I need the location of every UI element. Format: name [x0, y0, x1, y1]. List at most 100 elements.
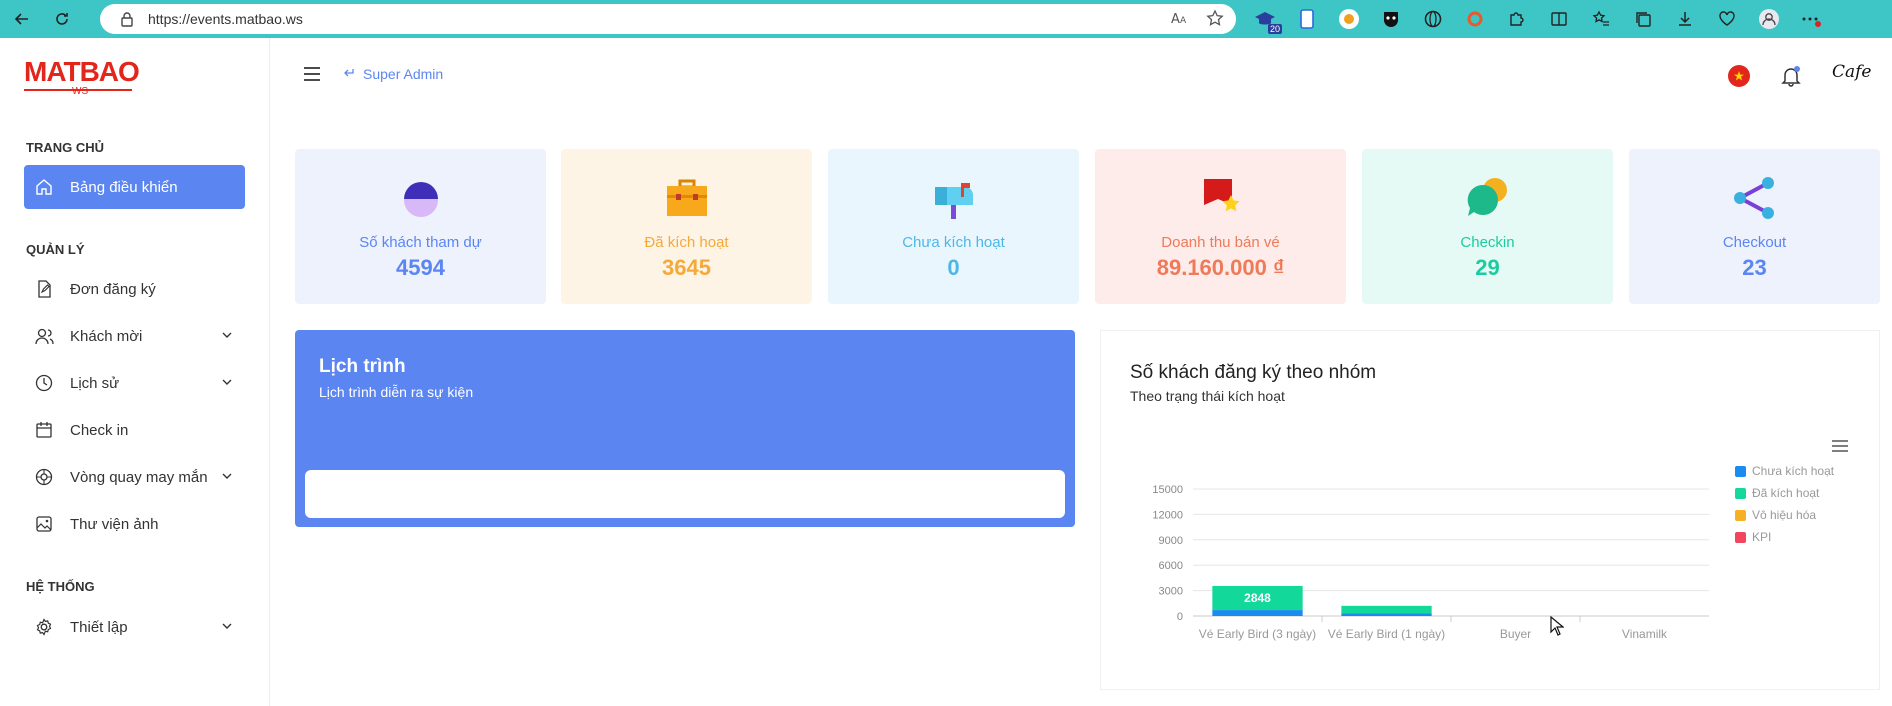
flag-star-icon	[1198, 175, 1244, 221]
data-label: 2848	[1244, 591, 1271, 605]
chart-title: Số khách đăng ký theo nhóm	[1130, 362, 1377, 383]
gear-icon	[34, 617, 54, 637]
menu-toggle-icon[interactable]	[303, 66, 321, 87]
back-icon[interactable]	[8, 5, 36, 33]
stat-card-activated[interactable]: Đã kích hoạt 3645	[561, 149, 812, 304]
breadcrumb[interactable]: Super Admin	[343, 66, 443, 82]
stat-label: Checkin	[1460, 234, 1515, 251]
stat-card-revenue[interactable]: Doanh thu bán vé 89.160.000 ₫	[1095, 149, 1346, 304]
sidebar-item-label: Khách mời	[70, 327, 143, 345]
stat-value: 3645	[662, 255, 711, 280]
sidebar-item-registrations[interactable]: Đơn đăng ký	[24, 267, 245, 311]
sidebar-item-label: Lịch sử	[70, 374, 120, 392]
stat-value: 4594	[396, 255, 445, 280]
vietnam-flag-icon[interactable]	[1728, 65, 1750, 87]
collections-icon[interactable]	[1630, 6, 1656, 32]
share-icon	[1732, 175, 1778, 221]
svg-text:A: A	[1171, 12, 1180, 27]
graduation-cap-extension-icon[interactable]: 20	[1252, 6, 1282, 34]
bar-chart: 0 3000 6000 9000 12000 15000 Vé Early Bird (3 …	[1152, 464, 1835, 641]
sidebar-item-lucky-wheel[interactable]: Vòng quay may mắn	[24, 455, 245, 499]
stat-card-checkin[interactable]: Checkin 29	[1362, 149, 1613, 304]
briefcase-icon	[664, 175, 710, 221]
return-arrow-icon	[343, 66, 355, 82]
downloads-icon[interactable]	[1672, 6, 1698, 32]
sidebar-item-gallery[interactable]: Thư viện ảnh	[24, 502, 245, 546]
sidebar-item-label: Thư viện ảnh	[70, 515, 159, 533]
chart-bar	[1341, 613, 1432, 616]
stat-label: Chưa kích hoạt	[902, 234, 1005, 251]
chart-bar	[1212, 610, 1303, 616]
sidebar-item-label: Thiết lập	[70, 618, 128, 636]
sun-extension-icon[interactable]	[1336, 6, 1362, 32]
stat-label: Checkout	[1722, 234, 1787, 251]
more-options-icon[interactable]	[1798, 6, 1824, 32]
legend-swatch	[1735, 510, 1746, 521]
phone-extension-icon[interactable]	[1294, 6, 1320, 32]
matbao-logo[interactable]: MATBAO WS	[24, 56, 140, 97]
y-tick-label: 6000	[1159, 560, 1183, 572]
x-tick-label: Vinamilk	[1622, 627, 1668, 641]
extension-badge: 20	[1267, 24, 1282, 34]
address-bar[interactable]: https://events.matbao.ws AA	[100, 4, 1236, 34]
sidebar-item-guests[interactable]: Khách mời	[24, 314, 245, 358]
schedule-panel: Lịch trình Lịch trình diễn ra sự kiện	[295, 330, 1075, 527]
x-tick-label: Buyer	[1500, 627, 1531, 641]
chart-bar	[1341, 605, 1432, 614]
sidebar-item-label: Check in	[70, 421, 129, 439]
globe-extension-icon[interactable]	[1420, 6, 1446, 32]
sidebar-item-checkin[interactable]: Check in	[24, 408, 245, 452]
y-tick-label: 9000	[1159, 535, 1183, 547]
ring-extension-icon[interactable]	[1462, 6, 1488, 32]
legend-label: Chưa kích hoạt	[1752, 464, 1835, 478]
y-tick-label: 12000	[1152, 509, 1183, 521]
stat-value: 0	[947, 255, 960, 280]
reload-icon[interactable]	[48, 5, 76, 33]
chart-subtitle: Theo trạng thái kích hoạt	[1130, 388, 1285, 404]
svg-text:A: A	[1180, 16, 1187, 26]
section-trang-chu: TRANG CHỦ	[26, 140, 104, 155]
user-avatar[interactable]: Cafe	[1832, 62, 1872, 90]
home-icon	[34, 177, 54, 197]
stat-label: Doanh thu bán vé	[1161, 234, 1280, 251]
lock-icon	[120, 11, 134, 32]
read-aloud-icon[interactable]: AA	[1170, 9, 1188, 32]
breadcrumb-text: Super Admin	[363, 66, 444, 82]
stat-value: 29	[1475, 255, 1500, 280]
sidebar-item-dashboard[interactable]: Bảng điều khiển	[24, 165, 245, 209]
clock-icon	[34, 373, 54, 393]
logo-text: MATBAO	[24, 56, 140, 87]
wheel-icon	[34, 467, 54, 487]
favorites-icon[interactable]	[1588, 6, 1614, 32]
notification-bell-icon[interactable]	[1780, 65, 1802, 87]
legend-swatch	[1735, 466, 1746, 477]
browser-toolbar: https://events.matbao.ws AA 20	[0, 0, 1892, 38]
y-tick-label: 15000	[1152, 484, 1183, 496]
stat-card-not-activated[interactable]: Chưa kích hoạt 0	[828, 149, 1079, 304]
stat-card-checkout[interactable]: Checkout 23	[1629, 149, 1880, 304]
image-icon	[34, 514, 54, 534]
chevron-down-icon	[221, 375, 233, 392]
chevron-down-icon	[221, 328, 233, 345]
url-text: https://events.matbao.ws	[148, 11, 303, 27]
section-he-thong: HỆ THỐNG	[26, 579, 95, 594]
stat-card-attendees[interactable]: Số khách tham dự 4594	[295, 149, 546, 304]
y-tick-label: 0	[1177, 611, 1183, 623]
split-screen-icon[interactable]	[1546, 6, 1572, 32]
registration-chart-panel: Số khách đăng ký theo nhóm Theo trạng th…	[1100, 330, 1880, 690]
sidebar-item-label: Vòng quay may mắn	[70, 468, 208, 486]
schedule-subtitle: Lịch trình diễn ra sự kiện	[319, 384, 474, 400]
legend-label: KPI	[1752, 530, 1771, 544]
calendar-icon	[34, 420, 54, 440]
x-tick-label: Vé Early Bird (1 ngày)	[1328, 627, 1445, 641]
sidebar-item-history[interactable]: Lịch sử	[24, 361, 245, 405]
heart-pulse-icon[interactable]	[1714, 6, 1740, 32]
stat-value: 23	[1742, 255, 1767, 280]
mailbox-icon	[931, 175, 977, 221]
legend-swatch	[1735, 532, 1746, 543]
profile-icon[interactable]	[1756, 6, 1782, 32]
puzzle-icon[interactable]	[1504, 6, 1530, 32]
mask-extension-icon[interactable]	[1378, 6, 1404, 32]
favorite-star-icon[interactable]	[1206, 9, 1224, 32]
sidebar-item-settings[interactable]: Thiết lập	[24, 605, 245, 649]
